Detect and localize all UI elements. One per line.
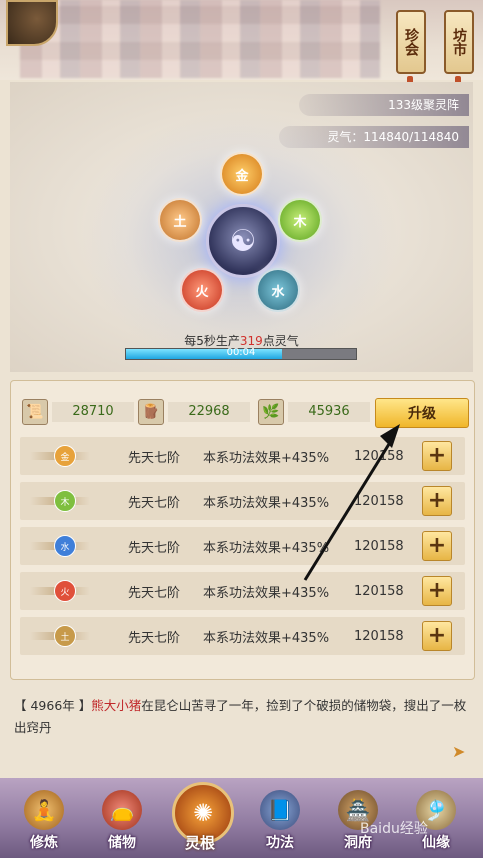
element-earth-orb[interactable]: 土 bbox=[158, 198, 202, 242]
watermark: Baidu经验 bbox=[360, 821, 428, 837]
scroll-icon: 📜 bbox=[22, 399, 48, 425]
item-cost: 120158 bbox=[354, 448, 404, 464]
cultivate-icon: 🧘 bbox=[24, 790, 64, 830]
item-level: 先天七阶 bbox=[128, 450, 181, 466]
element-wood-orb[interactable]: 木 bbox=[278, 198, 322, 242]
metal-badge-icon: 金 bbox=[54, 445, 76, 467]
item-cost: 120158 bbox=[354, 583, 404, 599]
resource-herb: 🌿 45936 bbox=[258, 399, 370, 425]
item-effect: 本系功法效果+435% bbox=[203, 585, 330, 601]
resource-value: 22968 bbox=[168, 402, 250, 422]
nav-cultivate[interactable]: 🧘 修炼 bbox=[14, 790, 74, 856]
wood-badge-icon: 木 bbox=[54, 490, 76, 512]
item-cost: 120158 bbox=[354, 538, 404, 554]
log-player-name[interactable]: 熊大小猪 bbox=[91, 698, 141, 713]
item-effect: 本系功法效果+435% bbox=[203, 450, 330, 466]
item-effect: 本系功法效果+435% bbox=[203, 630, 330, 646]
item-level: 先天七阶 bbox=[128, 630, 181, 646]
nav-label: 修炼 bbox=[30, 835, 58, 851]
element-upgrade-list: 金 先天七阶 本系功法效果+435% 120158 + 木 先天七阶 本系功法效… bbox=[20, 437, 465, 662]
five-elements-circle: ☯ 金 木 水 火 土 bbox=[80, 110, 400, 370]
element-fire-orb[interactable]: 火 bbox=[180, 268, 224, 312]
nav-techniques[interactable]: 📘 功法 bbox=[250, 790, 310, 856]
yin-yang-icon[interactable]: ☯ bbox=[206, 204, 280, 278]
blurred-header-region bbox=[20, 0, 380, 78]
water-badge-icon: 水 bbox=[54, 535, 76, 557]
production-progress-bar: 00:04 bbox=[125, 347, 357, 360]
item-level: 先天七阶 bbox=[128, 495, 181, 511]
resource-scroll: 📜 28710 bbox=[22, 399, 134, 425]
nav-label: 功法 bbox=[266, 835, 294, 851]
fire-badge-icon: 火 bbox=[54, 580, 76, 602]
nav-label[interactable]: 灵根 bbox=[170, 832, 230, 853]
add-button[interactable]: + bbox=[422, 441, 452, 471]
formation-level-tag: 133级聚灵阵 bbox=[299, 94, 469, 116]
bag-icon: 👝 bbox=[102, 790, 142, 830]
element-water-orb[interactable]: 水 bbox=[256, 268, 300, 312]
add-button[interactable]: + bbox=[422, 486, 452, 516]
earth-badge-icon: 土 bbox=[54, 625, 76, 647]
market-label: 坊市 bbox=[451, 28, 467, 56]
expand-arrow-icon[interactable]: ➤ bbox=[452, 742, 470, 761]
treasure-shop-button[interactable]: 珍会 bbox=[396, 10, 426, 90]
add-button[interactable]: + bbox=[422, 531, 452, 561]
wood-icon: 🪵 bbox=[138, 399, 164, 425]
log-year: 【 4966年 】 bbox=[14, 698, 92, 713]
production-amount: 319 bbox=[239, 334, 263, 348]
add-button[interactable]: + bbox=[422, 621, 452, 651]
upgrade-button[interactable]: 升级 bbox=[375, 398, 469, 428]
item-level: 先天七阶 bbox=[128, 540, 181, 556]
item-cost: 120158 bbox=[354, 493, 404, 509]
item-level: 先天七阶 bbox=[128, 585, 181, 601]
list-item: 金 先天七阶 本系功法效果+435% 120158 + bbox=[20, 437, 465, 475]
resource-wood: 🪵 22968 bbox=[138, 399, 250, 425]
list-item: 土 先天七阶 本系功法效果+435% 120158 + bbox=[20, 617, 465, 655]
resource-value: 45936 bbox=[288, 402, 370, 422]
list-item: 火 先天七阶 本系功法效果+435% 120158 + bbox=[20, 572, 465, 610]
herb-icon: 🌿 bbox=[258, 399, 284, 425]
resource-value: 28710 bbox=[52, 402, 134, 422]
nav-label: 储物 bbox=[108, 835, 136, 851]
list-item: 木 先天七阶 本系功法效果+435% 120158 + bbox=[20, 482, 465, 520]
list-item: 水 先天七阶 本系功法效果+435% 120158 + bbox=[20, 527, 465, 565]
item-effect: 本系功法效果+435% bbox=[203, 540, 330, 556]
market-button[interactable]: 坊市 bbox=[444, 10, 474, 90]
add-button[interactable]: + bbox=[422, 576, 452, 606]
element-metal-orb[interactable]: 金 bbox=[220, 152, 264, 196]
progress-timer: 00:04 bbox=[226, 347, 256, 358]
event-log: 【 4966年 】熊大小猪在昆仑山苦寻了一年，捡到了个破损的储物袋，搜出了一枚出… bbox=[14, 695, 469, 739]
player-avatar[interactable] bbox=[6, 0, 58, 46]
nav-storage[interactable]: 👝 储物 bbox=[92, 790, 152, 856]
item-effect: 本系功法效果+435% bbox=[203, 495, 330, 511]
book-icon: 📘 bbox=[260, 790, 300, 830]
item-cost: 120158 bbox=[354, 628, 404, 644]
treasure-shop-label: 珍会 bbox=[403, 28, 419, 56]
